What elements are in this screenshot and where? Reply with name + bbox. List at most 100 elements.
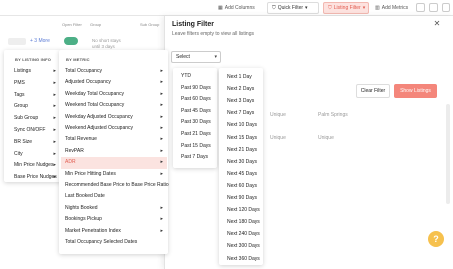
menu-item[interactable]: Bookings Pickup ▸ [61, 214, 167, 225]
chevron-right-icon: ▸ [160, 102, 163, 109]
menu-item[interactable]: Weekend Total Occupancy ▸ [61, 100, 167, 111]
chevron-right-icon: ▸ [160, 204, 163, 211]
menu-item[interactable]: Last Booked Date [61, 191, 167, 202]
grid-icon: ▦ [218, 5, 223, 11]
menu-item[interactable]: Group ▸ [10, 101, 60, 113]
menu-item[interactable]: Next 3 Days [223, 95, 263, 107]
menu-item[interactable]: Next 30 Days [223, 156, 263, 168]
menu-item[interactable]: Next 240 Days [223, 228, 263, 240]
menu-heading: BY METRIC [66, 57, 90, 62]
menu-item[interactable]: Total Occupancy ▸ [61, 66, 167, 77]
column-header-sub-group[interactable]: Sub Group [140, 22, 159, 27]
menu-item[interactable]: Base Price Nudges ▸ [10, 172, 60, 184]
menu-item[interactable]: Past 21 Days [177, 129, 217, 141]
menu-item[interactable]: Next 300 Days [223, 240, 263, 252]
column-header-group[interactable]: Group [90, 22, 101, 27]
chevron-right-icon: ▸ [53, 162, 56, 169]
column-header-open-filter[interactable]: Open Filter [62, 22, 82, 27]
menu-item[interactable]: Market Penetration Index ▸ [61, 226, 167, 237]
menu-item[interactable]: Sub Group ▸ [10, 113, 60, 125]
menu-item[interactable]: Next 1 Day [223, 71, 263, 83]
chevron-right-icon: ▸ [160, 90, 163, 97]
menu-item[interactable]: Sync ON/OFF ▸ [10, 125, 60, 137]
menu-item[interactable]: Recommended Base Price to Base Price Rat… [61, 180, 169, 191]
chevron-right-icon: ▸ [53, 138, 56, 145]
panel-subtitle: Leave filters empty to view all listings [172, 31, 254, 37]
settings-icon[interactable] [429, 3, 438, 12]
show-listings-button[interactable]: Show Listings [394, 84, 437, 98]
menu-item[interactable]: Next 180 Days [223, 216, 263, 228]
menu-item[interactable]: Total Revenue ▸ [61, 134, 167, 145]
more-link[interactable]: + 3 More [30, 38, 50, 44]
menu-item[interactable]: Past 45 Days [177, 106, 217, 118]
chevron-right-icon: ▸ [160, 68, 163, 74]
quick-filter-button[interactable]: ⛉ Quick Filter ▾ [267, 2, 319, 14]
add-metrics-button[interactable]: ▥ Add Metrics [371, 2, 411, 14]
listing-filter-button[interactable]: ⛉ Listing Filter ▾ [323, 2, 369, 14]
chevron-right-icon: ▸ [160, 159, 163, 166]
menu-item[interactable]: Next 90 Days [223, 192, 263, 204]
menu-item[interactable]: Weekday Adjusted Occupancy ▸ [61, 112, 167, 123]
expand-icon[interactable] [442, 3, 450, 12]
menu-item[interactable]: Next 360 Days [223, 253, 263, 265]
scrollbar[interactable] [446, 104, 450, 204]
menu-item[interactable]: Min Price Hitting Dates ▸ [61, 169, 167, 180]
menu-item[interactable]: Next 10 Days [223, 119, 263, 131]
filter-select[interactable]: Select ▾ [171, 51, 221, 63]
chevron-right-icon: ▸ [53, 103, 56, 110]
chevron-right-icon: ▸ [160, 216, 163, 223]
menu-item[interactable]: Min Price Nudges ▸ [10, 160, 60, 172]
menu-item[interactable]: YTD [177, 71, 217, 83]
chevron-right-icon: ▸ [160, 170, 163, 177]
help-button[interactable]: ? [428, 231, 444, 247]
chevron-right-icon: ▸ [53, 79, 56, 86]
menu-item[interactable]: RevPAR ▸ [61, 146, 167, 157]
close-icon[interactable]: ✕ [433, 20, 441, 28]
menu-item[interactable]: Tags ▸ [10, 90, 60, 102]
menu-item[interactable]: Past 90 Days [177, 83, 217, 95]
menu-item[interactable]: Next 7 Days [223, 107, 263, 119]
row-chip [8, 38, 26, 45]
chevron-right-icon: ▸ [53, 91, 56, 98]
menu-item[interactable]: Adjusted Occupancy ▸ [61, 77, 167, 88]
table-row-text: Palm Springs [318, 112, 348, 118]
menu-item[interactable]: Past 7 Days [177, 152, 217, 164]
menu-item[interactable]: Next 120 Days [223, 204, 263, 216]
menu-item[interactable]: Past 15 Days [177, 141, 217, 153]
menu-item[interactable]: Next 15 Days [223, 132, 263, 144]
download-icon[interactable] [416, 3, 425, 12]
chevron-right-icon: ▸ [160, 227, 163, 234]
until-text: until 3 days [92, 44, 115, 49]
menu-item[interactable]: Next 2 Days [223, 83, 263, 95]
menu-item[interactable]: Past 30 Days [177, 117, 217, 129]
menu-item[interactable]: Next 21 Days [223, 144, 263, 156]
sync-toggle[interactable] [64, 37, 78, 45]
menu-item[interactable]: Nights Booked ▸ [61, 203, 167, 214]
menu-item[interactable]: Listings ▸ [10, 66, 60, 78]
table-row-tag: Unique [270, 135, 286, 141]
chart-icon: ▥ [375, 5, 380, 11]
chevron-right-icon: ▸ [53, 68, 56, 74]
chevron-down-icon: ▾ [305, 5, 308, 11]
menu-item[interactable]: Weekend Adjusted Occupancy ▸ [61, 123, 167, 134]
clear-filter-button[interactable]: Clear Filter [356, 84, 390, 98]
chevron-right-icon: ▸ [160, 125, 163, 131]
filter-icon: ⛉ [272, 5, 276, 11]
table-row-text: Unique [318, 135, 334, 141]
menu-item[interactable]: City ▸ [10, 149, 60, 161]
menu-item[interactable]: PMS ▸ [10, 78, 60, 90]
menu-item[interactable]: Total Occupancy Selected Dates [61, 237, 167, 248]
chevron-right-icon: ▸ [160, 113, 163, 120]
add-columns-button[interactable]: ▦ Add Columns [214, 2, 264, 14]
no-short-stays-text: No short stays [92, 38, 121, 43]
chevron-right-icon: ▸ [53, 150, 56, 157]
menu-item[interactable]: Next 45 Days [223, 168, 263, 180]
menu-item[interactable]: BR Size ▸ [10, 137, 60, 149]
chevron-down-icon: ▾ [362, 5, 366, 11]
menu-item[interactable]: Past 60 Days [177, 94, 217, 106]
menu-item[interactable]: ADR ▸ [61, 157, 167, 169]
chevron-right-icon: ▸ [53, 127, 56, 133]
panel-title: Listing Filter [172, 21, 214, 28]
menu-item[interactable]: Next 60 Days [223, 180, 263, 192]
menu-item[interactable]: Weekday Total Occupancy ▸ [61, 89, 167, 100]
